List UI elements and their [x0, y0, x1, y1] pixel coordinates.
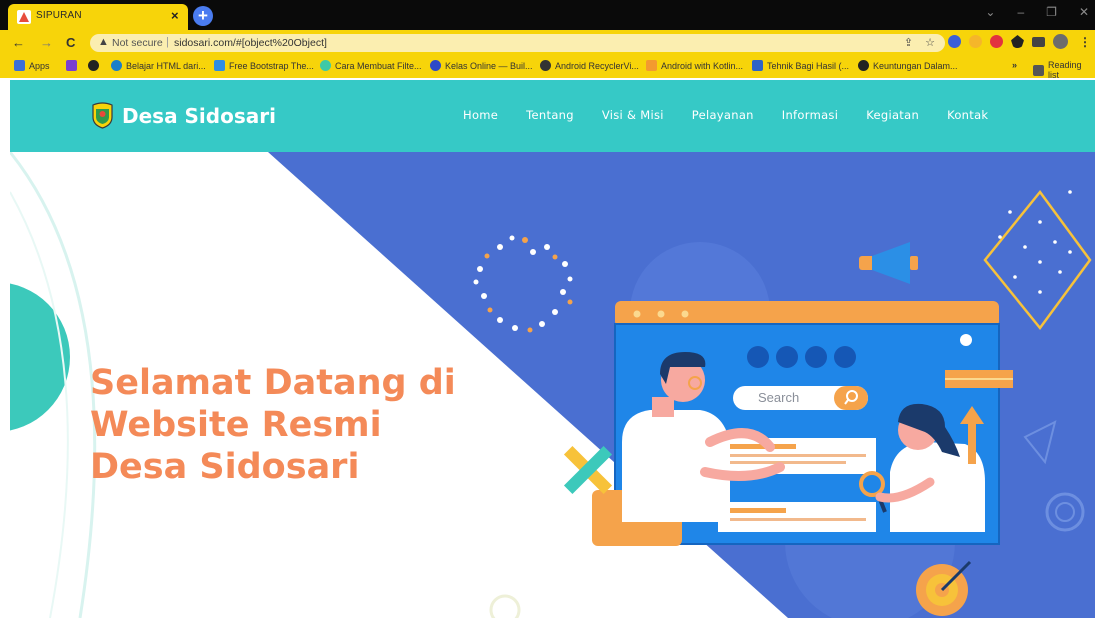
- facebook-icon: [752, 60, 763, 71]
- android-icon: [540, 60, 551, 71]
- share-icon[interactable]: ⇪: [904, 36, 913, 49]
- media-queue-icon[interactable]: [1032, 36, 1045, 47]
- menu-visi-misi[interactable]: Visi & Misi: [602, 108, 664, 122]
- bookmark-label: Keuntungan Dalam...: [873, 60, 958, 71]
- cross-decoration: [563, 445, 613, 495]
- warning-icon[interactable]: ▲: [98, 36, 109, 48]
- bookmark-item[interactable]: [66, 60, 77, 71]
- bookmark-item[interactable]: [88, 60, 99, 71]
- bookmark-apps[interactable]: Apps: [14, 60, 50, 71]
- illustration-search-bar: Search: [733, 386, 868, 410]
- bookmark-label: Cara Membuat Filte...: [335, 60, 422, 71]
- bookmark-item[interactable]: Android with Kotlin...: [646, 60, 743, 71]
- minimize-icon[interactable]: –: [1017, 5, 1024, 19]
- adblock-icon[interactable]: [990, 35, 1003, 48]
- bookmark-label: Free Bootstrap The...: [229, 60, 314, 71]
- maximize-icon[interactable]: ❐: [1046, 5, 1057, 19]
- profile-avatar[interactable]: [1053, 34, 1068, 49]
- teal-semicircle: [10, 283, 70, 431]
- hero-title-line: Desa Sidosari: [90, 447, 360, 487]
- bookmark-item[interactable]: Kelas Online — Buil...: [430, 60, 533, 71]
- bookmark-item[interactable]: Free Bootstrap The...: [214, 60, 314, 71]
- search-placeholder: Search: [758, 390, 800, 405]
- bookmark-label: Android with Kotlin...: [661, 60, 744, 71]
- tab-strip: SIPURAN × + ⌄ – ❐ ✕: [0, 0, 1095, 30]
- bookmark-item[interactable]: Android RecyclerVi...: [540, 60, 639, 71]
- search-icon: [834, 386, 868, 410]
- ring-decoration: [489, 594, 521, 618]
- address-bar[interactable]: ▲ Not secure | sidosari.com/#[object%20O…: [90, 34, 945, 52]
- forward-button[interactable]: →: [40, 35, 53, 50]
- reload-button[interactable]: C: [66, 35, 75, 50]
- site-navbar: Desa Sidosari Home Tentang Visi & Misi P…: [10, 80, 1095, 152]
- bookmark-item[interactable]: Belajar HTML dari...: [111, 60, 206, 71]
- github-icon: [88, 60, 99, 71]
- menu-kontak[interactable]: Kontak: [947, 108, 988, 122]
- browser-window: SIPURAN × + ⌄ – ❐ ✕ ← → C ▲ Not secure |…: [0, 0, 1095, 618]
- bookmark-star-icon[interactable]: ☆: [925, 36, 935, 49]
- purple-extension-icon: [66, 60, 77, 71]
- site-icon: [320, 60, 331, 71]
- menu-kegiatan[interactable]: Kegiatan: [866, 108, 919, 122]
- bookmark-label: Kelas Online — Buil...: [445, 60, 533, 71]
- bookmarks-bar: Apps Belajar HTML dari... Free Bootstrap…: [0, 56, 1095, 80]
- hero-title: Selamat Datang di Website Resmi Desa Sid…: [90, 362, 530, 488]
- dicoding-icon: [430, 60, 441, 71]
- bookmark-label: Android RecyclerVi...: [555, 60, 639, 71]
- kotlin-icon: [646, 60, 657, 71]
- reading-list-button[interactable]: Reading list: [1033, 60, 1095, 80]
- extension-icon[interactable]: [948, 35, 961, 48]
- bookmark-label: Apps: [29, 60, 50, 71]
- github-icon: [858, 60, 869, 71]
- extensions-area: [948, 34, 1068, 49]
- web-page: Desa Sidosari Home Tentang Visi & Misi P…: [10, 80, 1095, 618]
- close-window-icon[interactable]: ✕: [1079, 5, 1089, 19]
- bookmark-item[interactable]: Cara Membuat Filte...: [320, 60, 422, 71]
- new-tab-button[interactable]: +: [193, 6, 213, 26]
- extension-icon[interactable]: [969, 35, 982, 48]
- extensions-puzzle-icon[interactable]: [1011, 35, 1024, 48]
- site-brand[interactable]: Desa Sidosari: [122, 104, 276, 128]
- menu-tentang[interactable]: Tentang: [526, 108, 574, 122]
- bookmark-label: Belajar HTML dari...: [126, 60, 206, 71]
- tab-search-icon[interactable]: ⌄: [985, 5, 995, 19]
- bookmark-label: Tehnik Bagi Hasil (...: [767, 60, 850, 71]
- more-bookmarks-button[interactable]: »: [1012, 60, 1017, 70]
- browser-menu-icon[interactable]: ⋮: [1079, 35, 1091, 49]
- site-favicon-icon: [17, 10, 31, 24]
- active-tab[interactable]: SIPURAN ×: [8, 4, 188, 30]
- url-separator: |: [166, 36, 169, 48]
- menu-home[interactable]: Home: [463, 108, 498, 122]
- tab-close-icon[interactable]: ×: [171, 8, 179, 23]
- apps-grid-icon: [14, 60, 25, 71]
- bootstrap-icon: [214, 60, 225, 71]
- window-controls: ⌄ – ❐ ✕: [985, 5, 1089, 19]
- hero-section: Search Selamat Datang di Website Resmi D…: [10, 152, 1095, 618]
- site-icon: [111, 60, 122, 71]
- security-status[interactable]: Not secure: [112, 37, 163, 49]
- back-button[interactable]: ←: [12, 35, 25, 50]
- omnibox-actions: ⇪ ☆: [904, 36, 935, 49]
- bookmark-item[interactable]: Keuntungan Dalam...: [858, 60, 958, 71]
- reading-list-icon: [1033, 64, 1044, 76]
- url-text[interactable]: sidosari.com/#[object%20Object]: [174, 37, 327, 49]
- menu-informasi[interactable]: Informasi: [782, 108, 838, 122]
- hero-title-line: Selamat Datang di: [90, 363, 456, 403]
- reading-list-label: Reading list: [1048, 60, 1082, 80]
- tab-title: SIPURAN: [36, 10, 82, 21]
- browser-toolbar: ← → C ▲ Not secure | sidosari.com/#[obje…: [0, 30, 1095, 56]
- main-menu: Home Tentang Visi & Misi Pelayanan Infor…: [463, 108, 988, 122]
- village-emblem-icon[interactable]: [92, 102, 113, 129]
- hero-title-line: Website Resmi: [90, 405, 382, 445]
- menu-pelayanan[interactable]: Pelayanan: [692, 108, 754, 122]
- bookmark-item[interactable]: Tehnik Bagi Hasil (...: [752, 60, 849, 71]
